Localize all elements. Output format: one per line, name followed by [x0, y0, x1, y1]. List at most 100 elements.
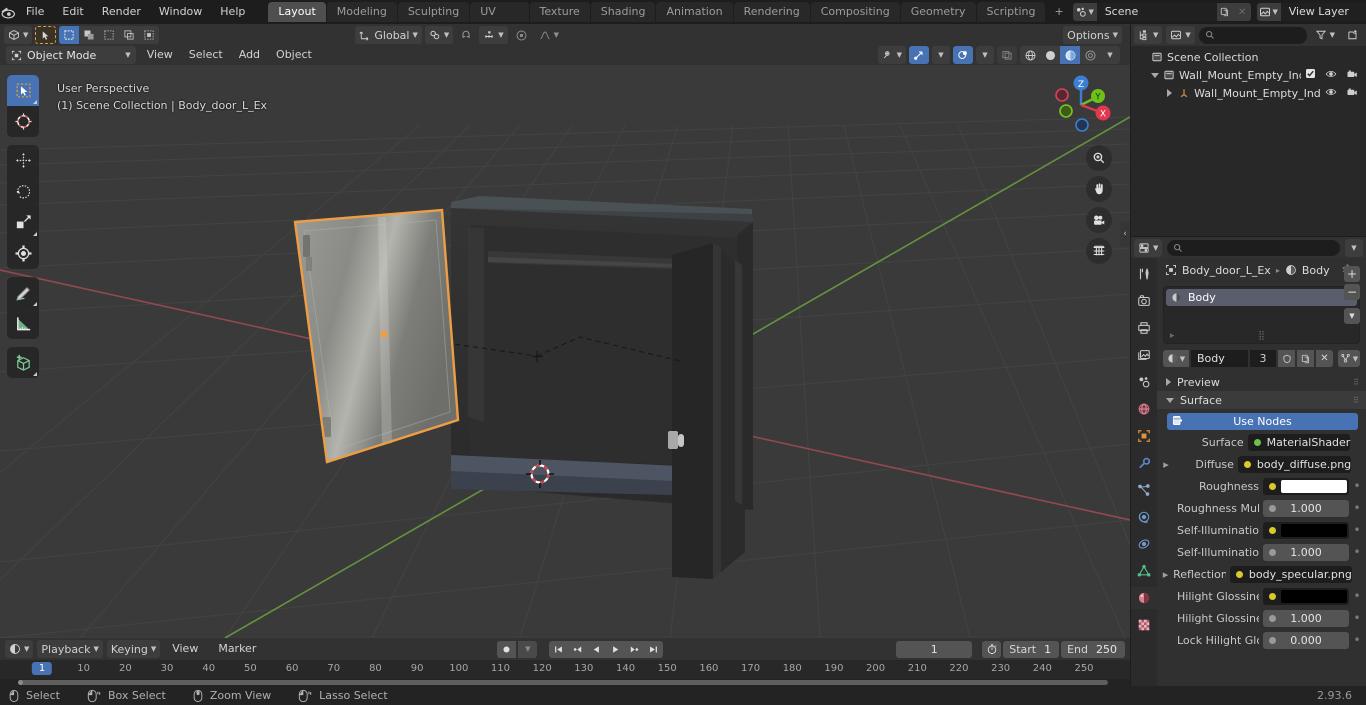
- new-material-button[interactable]: [1297, 350, 1314, 367]
- properties-editor-type-dropdown[interactable]: ▼: [1134, 238, 1163, 257]
- workspace-tab-layout[interactable]: Layout: [268, 2, 326, 22]
- properties-output-tab[interactable]: [1131, 317, 1157, 339]
- workspace-tab-modeling[interactable]: Modeling: [326, 2, 397, 22]
- end-value[interactable]: 250: [1094, 641, 1125, 658]
- shading-rendered-icon[interactable]: [1080, 46, 1100, 64]
- blender-logo-icon[interactable]: [0, 0, 17, 24]
- property-animate-decorator[interactable]: •: [1353, 479, 1361, 493]
- property-color-field[interactable]: [1263, 477, 1349, 495]
- property-link-field[interactable]: body_diffuse.png: [1237, 455, 1352, 473]
- navigation-gizmo[interactable]: Z Y X: [1046, 70, 1116, 140]
- proportional-falloff-dropdown[interactable]: ▼: [535, 26, 563, 44]
- select-subtract-icon[interactable]: [99, 26, 119, 44]
- viewport-menu-view[interactable]: View: [139, 46, 181, 64]
- start-value[interactable]: 1: [1042, 641, 1059, 658]
- proportional-edit-icon[interactable]: [511, 26, 532, 44]
- breadcrumb-object[interactable]: Body_door_L_Ex: [1182, 264, 1271, 277]
- outliner-filter-id-dropdown[interactable]: ▼: [1166, 26, 1195, 44]
- select-mode-group[interactable]: [59, 26, 160, 44]
- properties-data-tab[interactable]: [1131, 560, 1157, 582]
- keying-dropdown[interactable]: Keying ▼: [106, 640, 161, 658]
- properties-render-tab[interactable]: [1131, 290, 1157, 312]
- shading-wireframe-icon[interactable]: [1020, 46, 1040, 64]
- material-name-field[interactable]: Body: [1191, 350, 1248, 367]
- property-expander[interactable]: ▸: [1162, 568, 1169, 581]
- property-link-field[interactable]: body_specular.png: [1229, 565, 1352, 583]
- top-menu-edit[interactable]: Edit: [53, 3, 92, 21]
- transform-tool-button[interactable]: [7, 238, 39, 269]
- play-reverse-icon[interactable]: [587, 640, 607, 658]
- workspace-tab-sculpting[interactable]: Sculpting: [397, 2, 470, 22]
- list-filter-expand-icon[interactable]: ▸: [1170, 331, 1175, 341]
- viewport-menu-add[interactable]: Add: [231, 46, 268, 64]
- scene-icon[interactable]: ▼: [1072, 3, 1097, 21]
- properties-tool-tab[interactable]: [1131, 263, 1157, 285]
- property-animate-decorator[interactable]: •: [1353, 633, 1361, 647]
- property-animate-decorator[interactable]: •: [1353, 611, 1361, 625]
- sidebar-toggle-arrow[interactable]: ‹: [1120, 221, 1130, 247]
- view-layer-icon[interactable]: ▼: [1256, 3, 1281, 21]
- material-slot-list[interactable]: Body ▸ ⣿: [1163, 286, 1360, 344]
- jump-start-icon[interactable]: [549, 640, 569, 658]
- select-difference-icon[interactable]: [119, 26, 139, 44]
- properties-view-layer-tab[interactable]: [1131, 344, 1157, 366]
- workspace-tab-animation[interactable]: Animation: [656, 2, 733, 22]
- properties-world-tab[interactable]: [1131, 398, 1157, 420]
- add-cube-tool-button[interactable]: [7, 347, 39, 378]
- property-slider-field[interactable]: 1.000: [1263, 499, 1349, 517]
- top-menu-render[interactable]: Render: [93, 3, 150, 21]
- properties-particles-tab[interactable]: [1131, 479, 1157, 501]
- eye-icon[interactable]: [1325, 86, 1337, 101]
- outliner-search-input[interactable]: [1198, 26, 1307, 44]
- property-slider-field[interactable]: 0.000: [1263, 631, 1349, 649]
- outliner-row[interactable]: Wall_Mount_Empty_Indus: [1131, 84, 1366, 102]
- properties-options-dropdown[interactable]: ▼: [1345, 238, 1363, 257]
- panel-header-preview[interactable]: Preview ⠿: [1157, 373, 1366, 391]
- remove-material-slot-button[interactable]: −: [1344, 284, 1360, 300]
- properties-constraints-tab[interactable]: [1131, 533, 1157, 555]
- snap-pivot-dropdown[interactable]: ▼: [424, 26, 454, 44]
- workspace-tab-rendering[interactable]: Rendering: [733, 2, 810, 22]
- fake-user-shield-icon[interactable]: [1278, 350, 1295, 367]
- workspace-tab-shading[interactable]: Shading: [590, 2, 656, 22]
- workspace-tab-uv-editing[interactable]: UV Editing: [470, 2, 529, 38]
- hand-pan-icon[interactable]: [1086, 176, 1112, 202]
- zoom-icon[interactable]: [1086, 145, 1112, 171]
- checkbox-icon[interactable]: [1305, 68, 1316, 82]
- scene-name[interactable]: Scene: [1096, 3, 1217, 21]
- xray-toggle[interactable]: [997, 46, 1017, 64]
- property-expander[interactable]: ▸: [1162, 458, 1170, 471]
- property-animate-decorator[interactable]: •: [1353, 501, 1361, 515]
- scene-selector[interactable]: ▼ Scene ✕: [1072, 3, 1251, 21]
- workspace-tab-geometry-nodes[interactable]: Geometry Nodes: [900, 2, 976, 38]
- overlay-options-dropdown[interactable]: ▼: [976, 46, 994, 64]
- timeline-scrollbar[interactable]: [0, 679, 1130, 686]
- property-color-field[interactable]: [1263, 587, 1349, 605]
- property-slider-field[interactable]: 1.000: [1263, 543, 1349, 561]
- properties-modifier-tab[interactable]: [1131, 452, 1157, 474]
- viewport-menu-select[interactable]: Select: [181, 46, 231, 64]
- viewport-options-dropdown[interactable]: Options ▼: [1063, 26, 1122, 44]
- outliner-row[interactable]: Scene Collection: [1131, 48, 1366, 66]
- play-icon[interactable]: [606, 640, 626, 658]
- object-visibility-dropdown[interactable]: ▼: [877, 46, 906, 64]
- timeline-editor-type-dropdown[interactable]: ▼: [5, 640, 34, 658]
- timeline-scrollbar-bar[interactable]: [18, 680, 1108, 685]
- view-layer-selector[interactable]: ▼ View Layer ✕: [1256, 3, 1366, 21]
- shading-mode-group[interactable]: ▼: [1020, 46, 1120, 64]
- show-overlays-toggle[interactable]: [953, 46, 973, 64]
- list-grip-icon[interactable]: ⣿: [1258, 331, 1265, 341]
- camera-icon[interactable]: [1346, 86, 1358, 101]
- editor-type-3dview-icon[interactable]: ▼: [4, 26, 33, 44]
- new-scene-button[interactable]: [1216, 3, 1234, 21]
- show-gizmo-toggle[interactable]: [909, 46, 929, 64]
- property-color-field[interactable]: [1263, 521, 1349, 539]
- playback-dropdown[interactable]: Playback ▼: [37, 640, 103, 658]
- gizmo-options-dropdown[interactable]: ▼: [932, 46, 950, 64]
- property-slider-field[interactable]: 1.000: [1263, 609, 1349, 627]
- tweak-tool-button[interactable]: [7, 75, 39, 106]
- transform-orientation-dropdown[interactable]: Global ▼: [355, 26, 422, 44]
- select-extend-icon[interactable]: [79, 26, 99, 44]
- browse-material-button[interactable]: ▼: [1163, 350, 1189, 367]
- material-users-count[interactable]: 3: [1250, 350, 1276, 367]
